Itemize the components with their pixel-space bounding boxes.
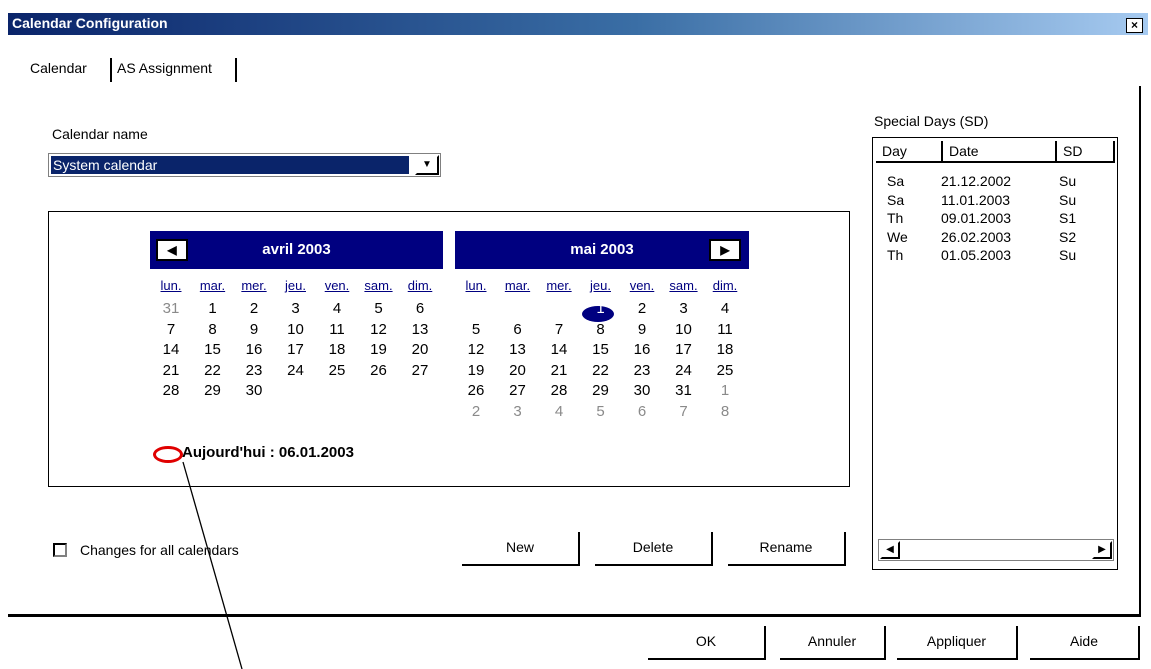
pointer-line xyxy=(182,461,243,669)
annotation-pointer xyxy=(182,461,243,669)
